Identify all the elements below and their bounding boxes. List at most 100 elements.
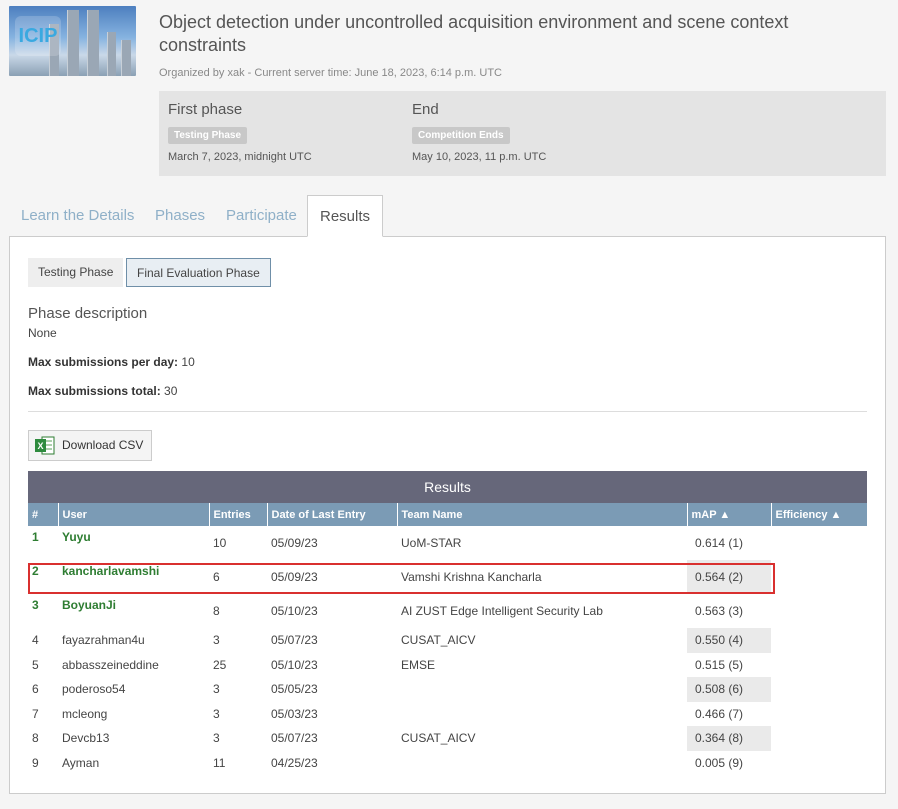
row-efficiency: [771, 628, 867, 653]
row-date: 05/07/23: [271, 731, 318, 746]
col-entries: Entries: [209, 503, 268, 526]
table-row: 8 Devcb13 3 05/07/23 CUSAT_AICV 0.364 (8): [28, 726, 867, 751]
row-map: 0.614 (1): [695, 536, 744, 550]
col-efficiency-sort[interactable]: Efficiency ▲: [771, 503, 868, 526]
row-rank: 5: [32, 657, 39, 672]
phase-date: March 7, 2023, midnight UTC: [168, 151, 312, 163]
row-team: [397, 677, 687, 702]
row-date: 05/07/23: [271, 633, 318, 648]
logo-badge: ICIP: [15, 16, 61, 56]
row-team: Vamshi Krishna Kancharla: [401, 570, 542, 584]
table-row: 1 Yuyu 10 05/09/23 UoM-STAR 0.614 (1): [28, 526, 867, 560]
tab-learn-the-details[interactable]: Learn the Details: [9, 195, 146, 237]
phase-description-label: Phase description: [28, 305, 148, 322]
row-entries: 3: [213, 731, 220, 746]
subtab-final-evaluation-phase[interactable]: Final Evaluation Phase: [126, 258, 271, 287]
row-efficiency: [771, 526, 867, 560]
row-rank: 1: [32, 530, 39, 544]
svg-text:X: X: [37, 441, 43, 451]
row-team: CUSAT_AICV: [401, 731, 476, 746]
row-entries: 3: [213, 706, 220, 721]
divider: [28, 411, 867, 412]
download-csv-button[interactable]: X Download CSV: [28, 430, 152, 461]
row-date: 05/03/23: [271, 706, 318, 721]
row-team: EMSE: [401, 657, 436, 672]
tab-results[interactable]: Results: [307, 195, 384, 237]
row-user: Ayman: [62, 755, 100, 770]
row-entries: 6: [213, 570, 220, 584]
max-total: Max submissions total: 30: [28, 384, 177, 398]
col-team: Team Name: [397, 503, 688, 526]
phase-first: First phase Testing Phase March 7, 2023,…: [168, 101, 312, 163]
row-efficiency: [771, 594, 867, 628]
col-rank: #: [28, 503, 59, 526]
table-row: 4 fayazrahman4u 3 05/07/23 CUSAT_AICV 0.550 (…: [28, 628, 867, 653]
max-total-value: 30: [164, 384, 178, 398]
row-date: 05/10/23: [271, 604, 318, 618]
results-table: # User Entries Date of Last Entry Team N…: [28, 503, 868, 775]
row-efficiency: [771, 677, 867, 702]
phase-date: May 10, 2023, 11 p.m. UTC: [412, 151, 547, 163]
row-map: 0.515 (5): [695, 657, 744, 672]
excel-icon: X: [35, 436, 55, 455]
phase-name: First phase: [168, 101, 243, 118]
row-map: 0.550 (4): [687, 628, 771, 653]
row-user: poderoso54: [62, 682, 126, 697]
phase-end: End Competition Ends May 10, 2023, 11 p.…: [412, 101, 546, 163]
row-team: CUSAT_AICV: [401, 633, 476, 648]
table-row: 5 abbasszeineddine 25 05/10/23 EMSE 0.515 (5): [28, 653, 867, 678]
row-date: 05/09/23: [271, 570, 318, 584]
phase-timeline: First phase Testing Phase March 7, 2023,…: [159, 91, 886, 176]
row-team: [397, 751, 687, 776]
row-map: 0.508 (6): [687, 677, 771, 702]
row-rank: 7: [32, 706, 39, 721]
row-date: 05/05/23: [271, 682, 318, 697]
max-per-day-label: Max submissions per day:: [28, 355, 179, 369]
results-panel: Testing Phase Final Evaluation Phase Pha…: [9, 236, 886, 794]
row-user: mcleong: [62, 706, 108, 721]
max-per-day-value: 10: [181, 355, 195, 369]
row-efficiency: [771, 560, 867, 594]
row-date: 05/10/23: [271, 657, 318, 672]
row-user: BoyuanJi: [62, 598, 117, 612]
organizer-line: Organized by xak - Current server time: …: [159, 67, 502, 79]
row-date: 04/25/23: [271, 755, 318, 770]
row-map: 0.563 (3): [695, 604, 744, 618]
results-header-row: # User Entries Date of Last Entry Team N…: [28, 503, 868, 526]
row-efficiency: [771, 751, 867, 776]
row-rank: 3: [32, 598, 39, 612]
row-user: abbasszeineddine: [62, 657, 159, 672]
row-team: AI ZUST Edge Intelligent Security Lab: [401, 604, 603, 618]
row-user: Devcb13: [62, 731, 110, 746]
col-date: Date of Last Entry: [267, 503, 398, 526]
results-table-heading: Results: [28, 471, 867, 503]
row-efficiency: [771, 653, 867, 678]
row-rank: 2: [32, 564, 39, 578]
tab-phases[interactable]: Phases: [143, 195, 217, 237]
subtab-testing-phase[interactable]: Testing Phase: [28, 258, 124, 287]
tab-participate[interactable]: Participate: [214, 195, 309, 237]
row-entries: 8: [213, 604, 220, 618]
row-rank: 9: [32, 755, 39, 770]
row-rank: 4: [32, 633, 39, 648]
row-entries: 3: [213, 682, 220, 697]
col-map-sort[interactable]: mAP ▲: [687, 503, 772, 526]
row-efficiency: [771, 726, 867, 751]
row-date: 05/09/23: [271, 536, 318, 550]
table-row: 2 kancharlavamshi 6 05/09/23 Vamshi Krishna …: [28, 560, 867, 594]
phase-badge: Competition Ends: [412, 127, 510, 144]
phase-badge: Testing Phase: [168, 127, 248, 144]
row-team: [397, 702, 687, 727]
row-efficiency: [771, 702, 867, 727]
max-total-label: Max submissions total:: [28, 384, 161, 398]
table-row: 6 poderoso54 3 05/05/23 0.508 (6): [28, 677, 867, 702]
row-entries: 25: [213, 657, 227, 672]
row-map: 0.466 (7): [695, 706, 744, 721]
row-user: fayazrahman4u: [62, 633, 145, 648]
row-user: kancharlavamshi: [62, 564, 160, 578]
row-team: UoM-STAR: [401, 536, 462, 550]
max-per-day: Max submissions per day: 10: [28, 355, 195, 369]
table-row: 7 mcleong 3 05/03/23 0.466 (7): [28, 702, 867, 727]
row-rank: 8: [32, 731, 39, 746]
row-map: 0.364 (8): [687, 726, 771, 751]
